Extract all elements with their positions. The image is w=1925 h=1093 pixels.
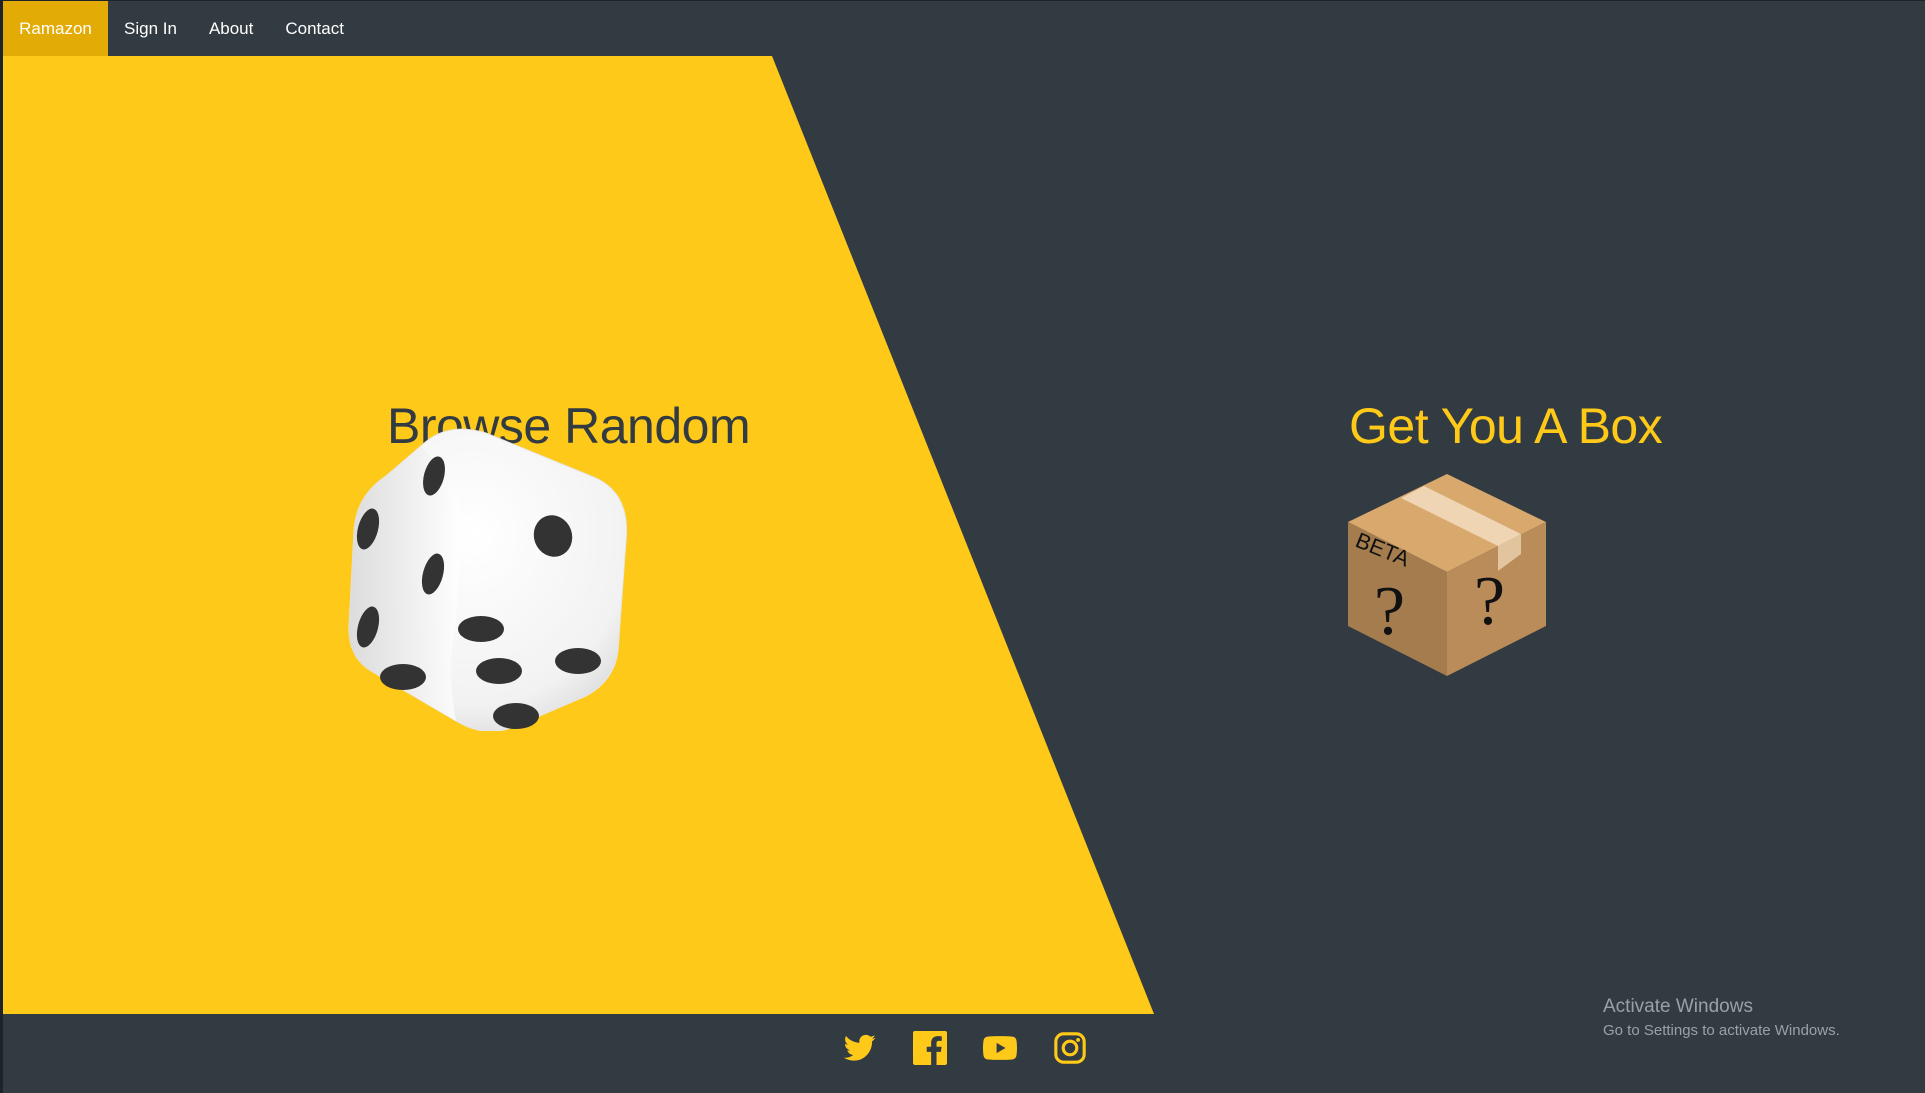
twitter-icon[interactable] xyxy=(843,1031,877,1065)
box-question-mark-right: ? xyxy=(1474,563,1505,640)
watermark-line1: Activate Windows xyxy=(1603,996,1753,1017)
browse-random-panel[interactable] xyxy=(3,56,1154,1014)
nav-brand-ramazon[interactable]: Ramazon xyxy=(3,1,108,56)
facebook-icon[interactable] xyxy=(913,1031,947,1065)
windows-activation-watermark: Activate Windows Go to Settings to activ… xyxy=(1603,996,1840,1039)
watermark-line2: Go to Settings to activate Windows. xyxy=(1603,1022,1840,1039)
dice-icon[interactable] xyxy=(346,421,631,732)
instagram-icon[interactable] xyxy=(1053,1031,1087,1065)
nav-sign-in[interactable]: Sign In xyxy=(108,1,193,56)
nav-contact[interactable]: Contact xyxy=(269,1,360,56)
page: Ramazon Sign In About Contact Browse Ran… xyxy=(3,1,1920,1093)
get-you-a-box-title[interactable]: Get You A Box xyxy=(1349,397,1663,455)
mystery-box-icon[interactable]: BETA ? ? xyxy=(1346,474,1548,676)
box-question-mark-left: ? xyxy=(1374,573,1405,650)
top-navbar: Ramazon Sign In About Contact xyxy=(3,1,1920,56)
youtube-icon[interactable] xyxy=(983,1031,1017,1065)
nav-about[interactable]: About xyxy=(193,1,269,56)
